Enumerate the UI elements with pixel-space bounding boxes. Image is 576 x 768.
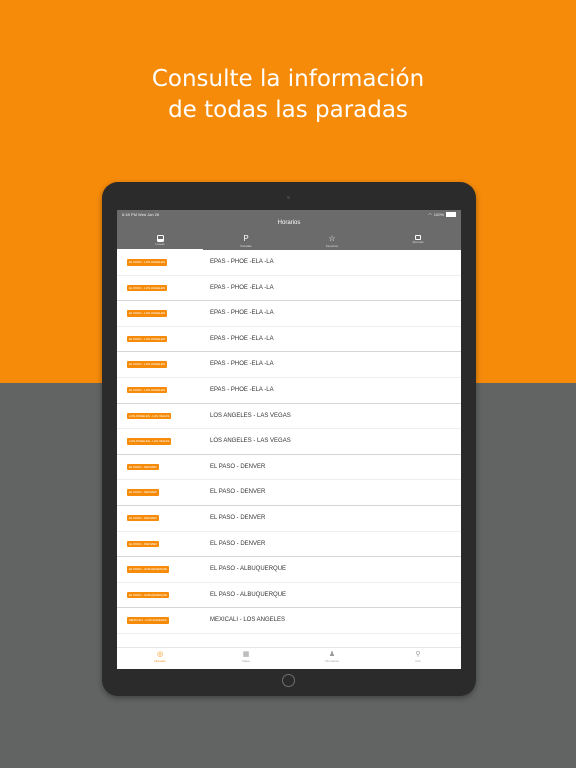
tab-label: Favoritos [325,244,339,248]
route-row[interactable]: EL PASO - DENVER EL PASO - DENVER [117,506,461,532]
promo-headline-line-1: Consulte la información [151,66,425,92]
bottom-tab-mapa[interactable]: ▦ Mapa [203,648,289,669]
promo-headline-line-2: de todas las paradas [168,97,408,123]
tab-label: Líneas [155,242,165,246]
battery-level: 100% [433,212,444,217]
route-name: LOS ANGELES - LAS VEGAS [210,412,291,419]
status-right: ◠ 100% [428,212,456,217]
route-row[interactable]: EL PASO - DENVER EL PASO - DENVER [117,455,461,481]
device-camera [287,196,290,199]
route-badge: EL PASO - LOS ANGELES [127,386,168,394]
app-screen: 6:18 PM Wed Jan 26 ◠ 100% Horarios Línea… [117,210,461,669]
bottom-tab-label: Horarios [154,659,166,663]
route-row[interactable]: EL PASO - LOS ANGELES EPAS - PHOE -ELA -L… [117,250,461,276]
route-name: LOS ANGELES - LAS VEGAS [210,438,291,445]
route-row[interactable]: EL PASO - DENVER EL PASO - DENVER [117,480,461,506]
star-icon: ☆ [328,234,336,243]
tab-lineas[interactable]: Líneas [117,232,203,250]
route-name: EL PASO - ALBUQUERQUE [210,566,287,573]
route-badge: EL PASO - LOS ANGELES [127,310,168,317]
route-row[interactable]: LOS ANGELES - LAS VEGAS LOS ANGELES - LAS… [117,404,461,430]
route-badge: EL PASO - ALBUQUERQUE [127,566,170,573]
route-badge: EL PASO - LOS ANGELES [127,361,168,368]
bottom-tab-info[interactable]: ⚲ Info [375,648,461,669]
tab-favoritos[interactable]: ☆ Favoritos [289,232,375,250]
route-row[interactable]: EL PASO - ALBUQUERQUE EL PASO - ALBUQUERQ… [117,557,461,583]
route-row[interactable]: EL PASO - LOS ANGELES EPAS - PHOE -ELA -L… [117,301,461,327]
route-name: EL PASO - DENVER [210,463,266,470]
route-name: EPAS - PHOE -ELA -LA [210,310,274,317]
bottom-tab-mi-cuenta[interactable]: ♟ Mi cuenta [289,648,375,669]
app-header: 6:18 PM Wed Jan 26 ◠ 100% Horarios Línea… [117,210,461,250]
route-badge: EL PASO - DENVER [127,463,159,471]
route-row[interactable]: LOS ANGELES - LAS VEGAS LOS ANGELES - LAS… [117,429,461,455]
route-row[interactable]: EL PASO - LOS ANGELES EPAS - PHOE -ELA -L… [117,352,461,378]
route-name: EPAS - PHOE -ELA -LA [210,361,274,368]
route-badge: EL PASO - ALBUQUERQUE [127,591,170,599]
page-title: Horarios [277,220,301,226]
route-name: MEXICALI - LOS ANGELES [210,617,286,624]
route-name: EL PASO - ALBUQUERQUE [210,591,287,598]
bottom-tab-bar: ◎ Horarios ▦ Mapa ♟ Mi cuenta ⚲ Info [117,647,461,669]
tab-label: Alarmas [412,240,424,244]
tab-alarmas[interactable]: Alarmas [375,232,461,250]
bus-icon [156,235,164,242]
route-badge: EL PASO - DENVER [127,514,159,522]
route-row[interactable]: EL PASO - LOS ANGELES EPAS - PHOE -ELA -L… [117,327,461,353]
tab-paradas[interactable]: P Paradas [203,232,289,250]
route-badge: EL PASO - LOS ANGELES [127,335,168,343]
route-badge: LOS ANGELES - LAS VEGAS [127,412,172,420]
status-time: 6:18 PM Wed Jan 26 [122,212,160,217]
bottom-tab-label: Mapa [242,659,250,663]
route-badge: EL PASO - DENVER [127,489,159,496]
clock-icon: ◎ [156,651,164,658]
route-badge: EL PASO - LOS ANGELES [127,284,168,292]
route-badge: EL PASO - LOS ANGELES [127,259,168,266]
route-row[interactable]: EL PASO - LOS ANGELES EPAS - PHOE -ELA -L… [117,276,461,302]
info-icon: ⚲ [415,651,421,658]
route-name: EPAS - PHOE -ELA -LA [210,335,274,342]
bottom-tab-label: Mi cuenta [325,659,339,663]
route-list: EL PASO - LOS ANGELES EPAS - PHOE -ELA -L… [117,250,461,647]
route-name: EL PASO - DENVER [210,514,266,521]
route-row[interactable]: MEXICALI - LOS ANGELES MEXICALI - LOS ANG… [117,608,461,634]
account-icon: ♟ [328,651,336,658]
map-icon: ▦ [242,651,250,658]
route-name: EPAS - PHOE -ELA -LA [210,284,274,291]
bottom-tab-horarios[interactable]: ◎ Horarios [117,648,203,669]
route-row[interactable]: EL PASO - LOS ANGELES EPAS - PHOE -ELA -L… [117,378,461,404]
top-tabs: Líneas P Paradas ☆ Favoritos Alarmas [117,232,461,250]
parking-icon: P [243,234,249,243]
route-badge: MEXICALI - LOS ANGELES [127,617,169,624]
tab-label: Paradas [240,244,252,248]
tablet-device: 6:18 PM Wed Jan 26 ◠ 100% Horarios Línea… [102,182,476,696]
route-name: EL PASO - DENVER [210,489,266,496]
route-name: EPAS - PHOE -ELA -LA [210,259,274,265]
route-name: EL PASO - DENVER [210,540,266,547]
bottom-tab-label: Info [415,659,421,663]
route-row[interactable]: EL PASO - DENVER EL PASO - DENVER [117,532,461,558]
home-button[interactable] [282,674,295,687]
route-badge: EL PASO - DENVER [127,540,159,548]
battery-icon [446,212,456,217]
promo-headline: Consulte la información de todas las par… [0,64,576,126]
status-bar: 6:18 PM Wed Jan 26 ◠ 100% [117,210,461,218]
route-row[interactable]: EL PASO - ALBUQUERQUE EL PASO - ALBUQUERQ… [117,583,461,609]
route-badge: LOS ANGELES - LAS VEGAS [127,438,172,445]
route-name: EPAS - PHOE -ELA -LA [210,386,274,393]
wifi-icon: ◠ [428,212,432,217]
